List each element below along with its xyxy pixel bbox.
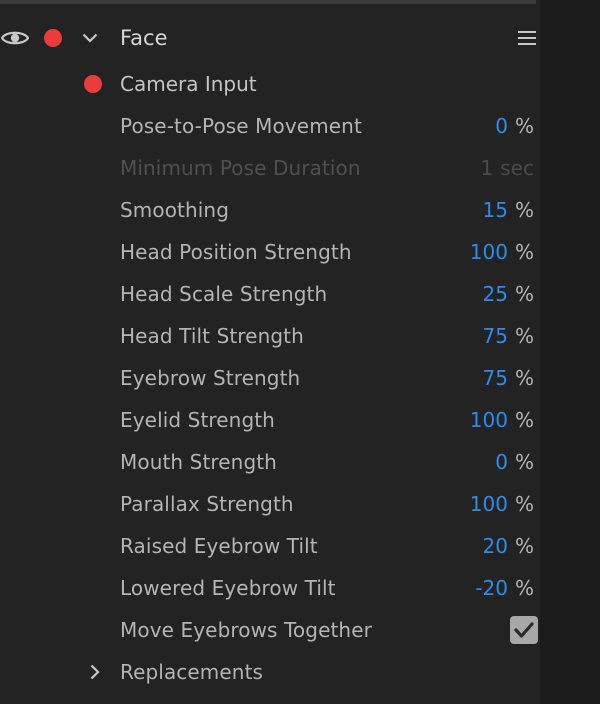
camera-input-label: Camera Input — [120, 72, 257, 96]
param-value-scrubber[interactable]: -20 — [475, 576, 508, 600]
move-eyebrows-together-row: Move Eyebrows Together — [0, 609, 540, 651]
param-value-scrubber[interactable]: 75 — [483, 366, 508, 390]
param-label: Head Scale Strength — [120, 282, 328, 306]
param-unit: % — [514, 282, 534, 306]
param-row: Eyebrow Strength 75% — [0, 357, 540, 399]
param-unit: % — [514, 366, 534, 390]
param-row: Smoothing 15% — [0, 189, 540, 231]
param-label: Head Tilt Strength — [120, 324, 304, 348]
param-label: Smoothing — [120, 198, 229, 222]
param-value-scrubber[interactable]: 15 — [483, 198, 508, 222]
param-label: Eyebrow Strength — [120, 366, 301, 390]
param-value-scrubber[interactable]: 0 — [495, 450, 508, 474]
param-row: Raised Eyebrow Tilt 20% — [0, 525, 540, 567]
param-value-scrubber[interactable]: 25 — [483, 282, 508, 306]
replacements-label: Replacements — [120, 660, 264, 684]
layer-title: Face — [120, 26, 168, 50]
param-unit: % — [514, 534, 534, 558]
top-divider — [0, 0, 536, 4]
param-unit: % — [514, 114, 534, 138]
param-row: Pose-to-Pose Movement 0% — [0, 105, 540, 147]
hamburger-menu-icon[interactable] — [518, 31, 536, 45]
param-value-scrubber[interactable]: 75 — [483, 324, 508, 348]
param-value-scrubber[interactable]: 100 — [470, 408, 508, 432]
param-unit: % — [514, 198, 534, 222]
param-label: Lowered Eyebrow Tilt — [120, 576, 336, 600]
param-row: Head Tilt Strength 75% — [0, 315, 540, 357]
param-row: Mouth Strength 0% — [0, 441, 540, 483]
layer-header-face: Face — [0, 17, 540, 59]
param-row: Lowered Eyebrow Tilt -20% — [0, 567, 540, 609]
replacements-group-row[interactable]: Replacements — [0, 651, 540, 693]
param-label: Minimum Pose Duration — [120, 156, 361, 180]
move-eyebrows-together-checkbox[interactable] — [510, 616, 538, 644]
param-label: Mouth Strength — [120, 450, 277, 474]
param-value-scrubber: 1 — [480, 156, 494, 180]
param-unit: % — [514, 450, 534, 474]
param-label: Raised Eyebrow Tilt — [120, 534, 318, 558]
param-row: Eyelid Strength 100% — [0, 399, 540, 441]
record-arm-dot[interactable] — [44, 29, 62, 47]
chevron-right-icon[interactable] — [90, 664, 100, 680]
camera-input-record-dot[interactable] — [84, 75, 102, 93]
param-label: Head Position Strength — [120, 240, 352, 264]
move-eyebrows-together-label: Move Eyebrows Together — [120, 618, 372, 642]
param-row: Minimum Pose Duration 1 sec — [0, 147, 540, 189]
checkmark-icon — [514, 622, 534, 638]
param-row: Head Scale Strength 25% — [0, 273, 540, 315]
param-label: Pose-to-Pose Movement — [120, 114, 362, 138]
param-label: Eyelid Strength — [120, 408, 275, 432]
param-value-scrubber[interactable]: 0 — [495, 114, 508, 138]
param-value-scrubber[interactable]: 100 — [470, 492, 508, 516]
param-unit: % — [514, 324, 534, 348]
param-unit: % — [514, 492, 534, 516]
properties-panel: Face Camera Input Pose-to-Pose Movement … — [0, 0, 600, 704]
panel-edge-strip — [540, 0, 600, 704]
camera-input-row: Camera Input — [0, 63, 540, 105]
param-unit: sec — [500, 156, 534, 180]
param-unit: % — [514, 240, 534, 264]
param-label: Parallax Strength — [120, 492, 294, 516]
param-unit: % — [514, 408, 534, 432]
param-value-scrubber[interactable]: 100 — [470, 240, 508, 264]
eye-icon[interactable] — [1, 29, 29, 47]
param-unit: % — [514, 576, 534, 600]
param-row: Head Position Strength 100% — [0, 231, 540, 273]
param-value-scrubber[interactable]: 20 — [483, 534, 508, 558]
chevron-down-icon[interactable] — [82, 33, 98, 43]
param-row: Parallax Strength 100% — [0, 483, 540, 525]
